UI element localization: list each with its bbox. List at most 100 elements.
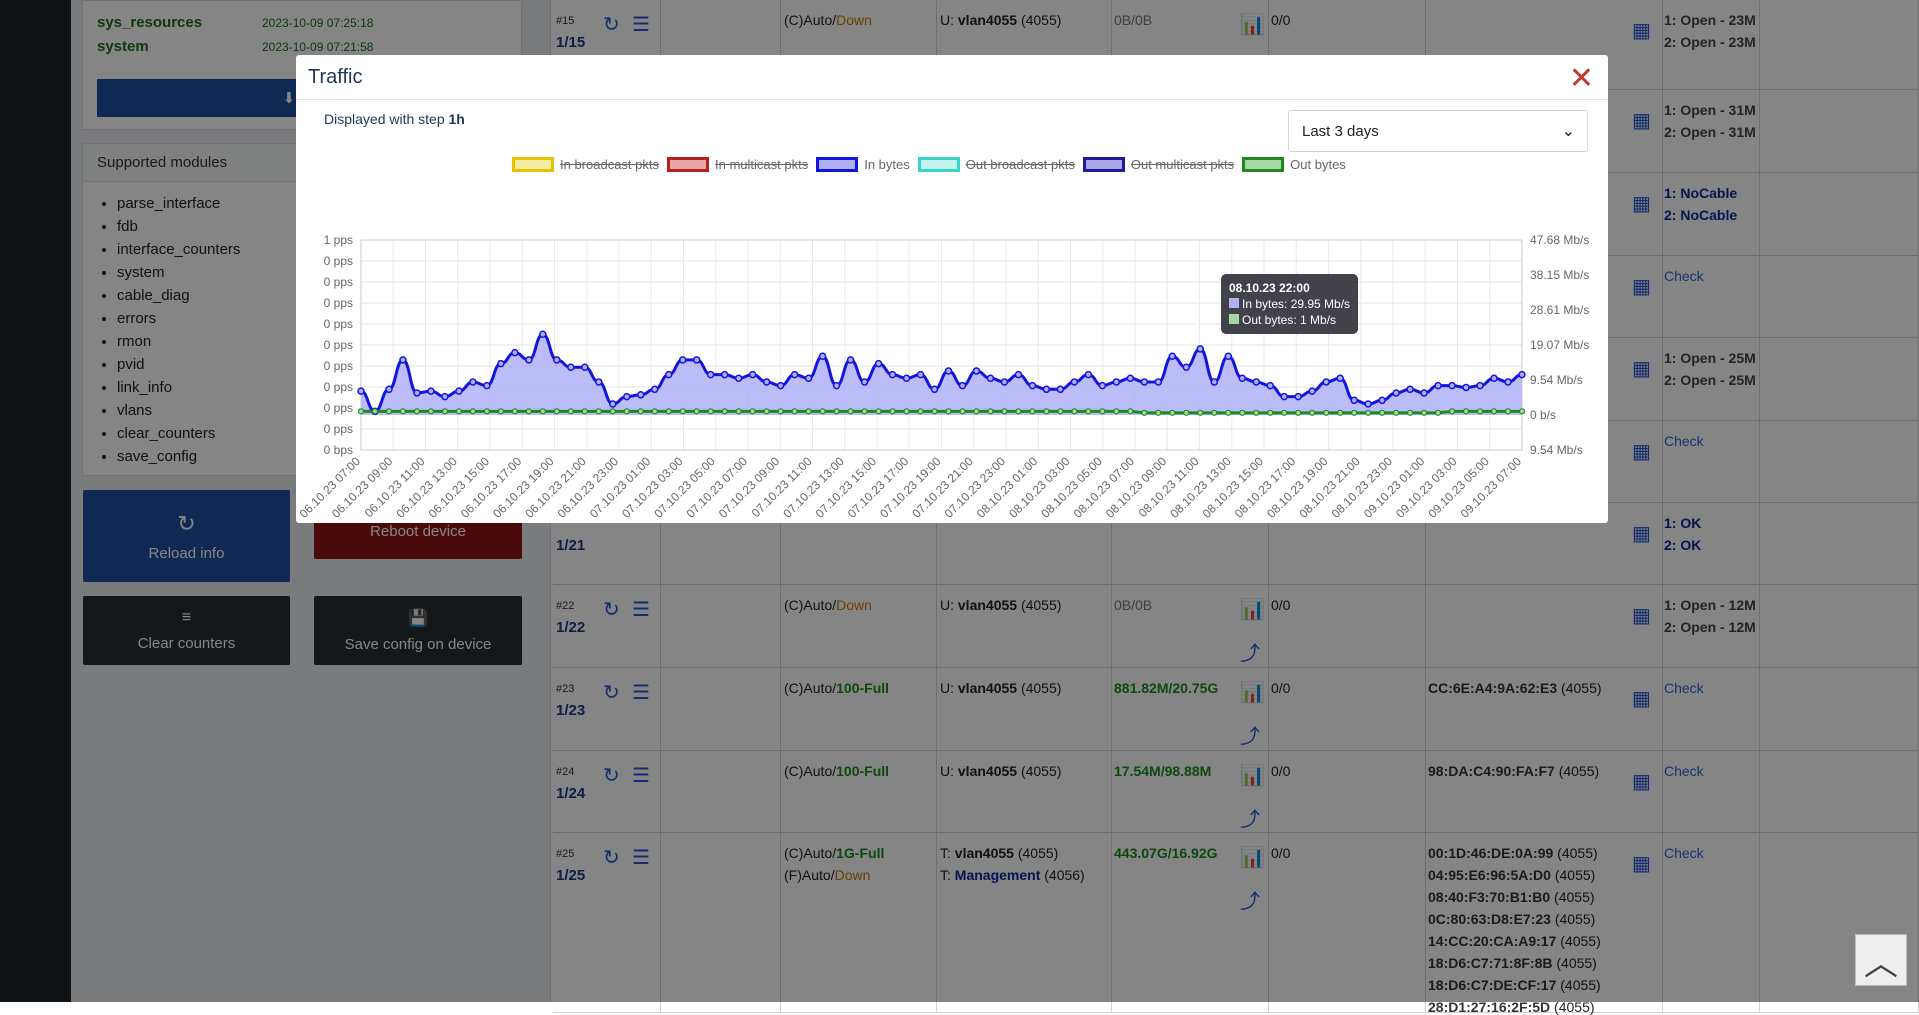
- out-bytes-point: [1071, 408, 1078, 415]
- out-bytes-point: [1504, 408, 1512, 415]
- scroll-to-top-button[interactable]: ︿: [1855, 934, 1907, 986]
- out-bytes-point: [1197, 409, 1204, 416]
- out-bytes-point: [1057, 408, 1064, 415]
- in-bytes-point: [664, 370, 673, 379]
- out-bytes-point: [1127, 408, 1134, 415]
- in-bytes-point: [1434, 381, 1442, 390]
- legend-item[interactable]: Out broadcast pkts: [917, 157, 1075, 172]
- out-bytes-point: [931, 408, 938, 415]
- left-axis-tick: 0 pps: [324, 317, 353, 331]
- out-bytes-point: [889, 408, 896, 415]
- out-bytes-point: [1490, 408, 1498, 415]
- left-axis-tick: 0 bps: [324, 443, 353, 457]
- in-bytes-point: [1322, 378, 1330, 386]
- in-bytes-point: [1014, 370, 1023, 379]
- right-axis-tick: 9.54 Mb/s: [1530, 443, 1583, 457]
- left-axis-tick: 0 pps: [324, 380, 353, 394]
- in-bytes-point: [539, 330, 547, 338]
- in-bytes-point: [1350, 396, 1358, 405]
- traffic-chart: 1 pps 0 pps 0 pps 0 pps 0 pps 0 pps 0 pps 0 pps…: [297, 233, 1590, 521]
- in-bytes-point: [1364, 400, 1372, 408]
- out-bytes-point: [959, 408, 966, 415]
- out-bytes-point: [497, 408, 504, 415]
- out-bytes-point: [1001, 408, 1008, 415]
- out-bytes-point: [1434, 409, 1442, 416]
- in-bytes-point: [1504, 378, 1512, 386]
- out-bytes-point: [539, 408, 546, 415]
- in-bytes-point: [748, 370, 757, 379]
- in-bytes-point: [1518, 370, 1526, 379]
- chevron-down-icon: ⌄: [1561, 123, 1575, 140]
- out-bytes-point: [1043, 408, 1050, 415]
- out-bytes-point: [413, 408, 421, 415]
- in-bytes-point: [706, 370, 715, 379]
- legend-item[interactable]: In bytes: [816, 157, 910, 172]
- out-bytes-point: [525, 408, 532, 415]
- in-bytes-point: [818, 352, 827, 361]
- out-bytes-point: [903, 408, 910, 415]
- out-bytes-point: [511, 408, 518, 415]
- out-bytes-point: [1141, 409, 1148, 416]
- legend-item[interactable]: Out multicast pkts: [1082, 157, 1235, 172]
- in-bytes-point: [427, 387, 435, 395]
- range-select[interactable]: Last 3 days ⌄: [1288, 110, 1588, 152]
- in-bytes-point: [832, 381, 841, 390]
- out-bytes-point: [441, 408, 449, 415]
- in-bytes-point: [888, 370, 897, 379]
- legend-item[interactable]: Out bytes: [1242, 157, 1346, 172]
- close-icon[interactable]: ✕: [1569, 61, 1594, 96]
- out-bytes-point: [1155, 409, 1162, 416]
- out-bytes-point: [707, 408, 714, 415]
- out-bytes-point: [1239, 409, 1246, 416]
- legend-label: Out multicast pkts: [1130, 157, 1235, 172]
- in-bytes-point: [1336, 374, 1344, 383]
- in-bytes-point: [678, 356, 687, 364]
- in-bytes-point: [1154, 378, 1163, 386]
- legend-label: Out broadcast pkts: [965, 157, 1075, 172]
- in-bytes-point: [720, 370, 729, 379]
- out-bytes-point: [763, 408, 770, 415]
- out-bytes-point: [399, 408, 407, 415]
- in-bytes-point: [609, 400, 617, 408]
- in-bytes-point: [483, 381, 491, 390]
- out-bytes-point: [1253, 409, 1260, 416]
- in-bytes-point: [1280, 392, 1288, 401]
- left-axis-tick: 0 pps: [324, 401, 353, 415]
- out-bytes-point: [1462, 408, 1470, 415]
- out-bytes-point: [1099, 408, 1106, 415]
- in-bytes-point: [1378, 396, 1386, 405]
- out-bytes-point: [917, 408, 924, 415]
- out-bytes-point: [735, 408, 742, 415]
- legend-item[interactable]: In multicast pkts: [667, 157, 808, 172]
- out-bytes-point: [427, 408, 435, 415]
- in-bytes-point: [874, 359, 883, 368]
- out-bytes-point: [1365, 409, 1372, 416]
- out-bytes-point: [1295, 409, 1302, 416]
- in-bytes-point: [692, 356, 701, 364]
- legend-label: In bytes: [864, 157, 910, 172]
- in-bytes-point: [567, 363, 575, 372]
- out-bytes-point: [1113, 408, 1120, 415]
- legend-swatch: [667, 157, 709, 172]
- modal-header: Traffic: [296, 55, 1608, 100]
- in-bytes-point: [553, 356, 561, 364]
- right-axis-tick: 9.54 Mb/s: [1530, 373, 1583, 387]
- in-bytes-point: [511, 348, 519, 357]
- in-bytes-point: [650, 385, 659, 394]
- out-bytes-point: [1351, 409, 1358, 416]
- in-bytes-point: [1420, 389, 1428, 397]
- range-select-value: Last 3 days: [1302, 122, 1379, 140]
- legend-swatch: [1242, 157, 1285, 172]
- in-bytes-point: [1168, 352, 1177, 361]
- right-axis-tick: 0 b/s: [1530, 408, 1556, 422]
- step-info: Displayed with step 1h: [324, 111, 465, 127]
- in-bytes-point: [413, 389, 421, 397]
- out-bytes-point: [805, 408, 812, 415]
- in-bytes-point: [1224, 352, 1233, 361]
- out-bytes-point: [1169, 409, 1176, 416]
- out-bytes-point: [1309, 409, 1316, 416]
- in-bytes-point: [902, 374, 911, 383]
- legend-item[interactable]: In broadcast pkts: [512, 157, 659, 172]
- tooltip-in: In bytes: 29.95 Mb/s: [1229, 296, 1350, 312]
- in-bytes-point: [734, 374, 743, 383]
